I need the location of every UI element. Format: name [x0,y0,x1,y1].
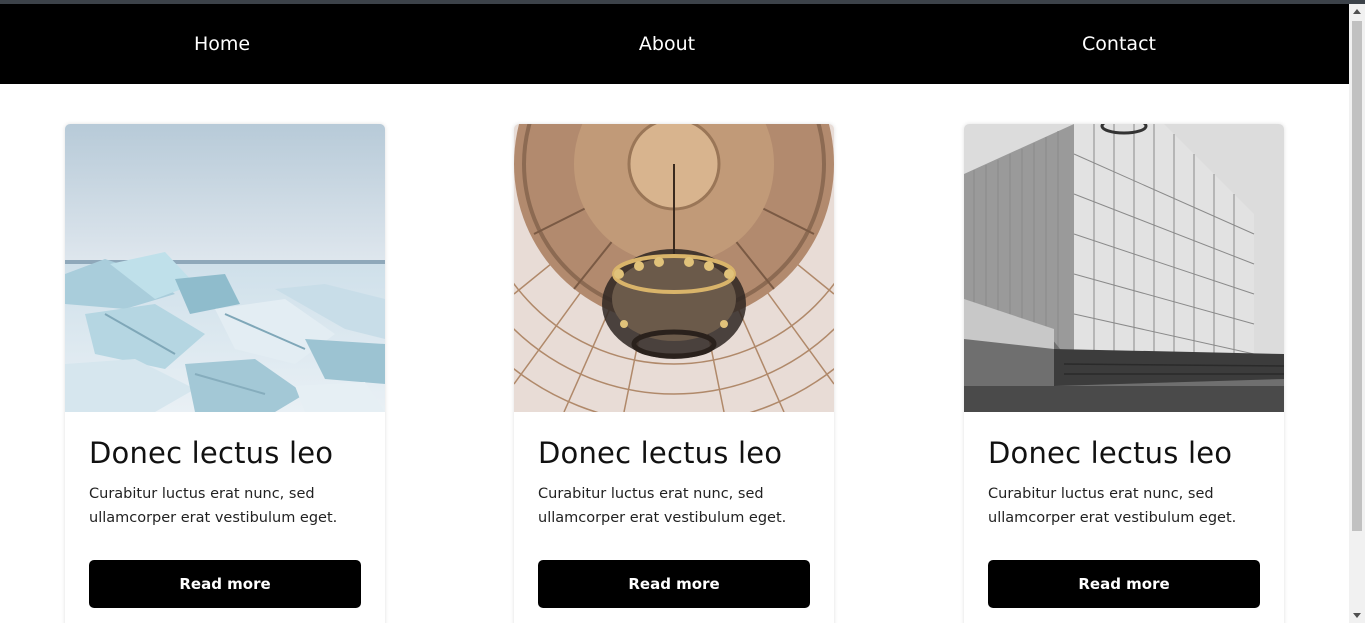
nav-link-home[interactable]: Home [194,4,250,84]
nav-link-contact[interactable]: Contact [1082,4,1156,84]
card-image-frozen-lake [65,124,385,412]
nav-link-about[interactable]: About [639,4,695,84]
card-text: Curabitur luctus erat nunc, sed ullamcor… [538,486,787,526]
card-text: Curabitur luctus erat nunc, sed ullamcor… [988,486,1237,526]
card-2: Donec lectus leo Curabitur luctus erat n… [514,124,834,623]
page-scrollbar[interactable] [1349,4,1365,623]
card-title: Donec lectus leo [988,436,1233,470]
card-title: Donec lectus leo [538,436,783,470]
card-3: Donec lectus leo Curabitur luctus erat n… [964,124,1284,623]
card-image-tower-building [964,124,1284,412]
top-navbar: Home About Contact [0,4,1349,84]
card-title: Donec lectus leo [89,436,334,470]
card-text: Curabitur luctus erat nunc, sed ullamcor… [89,486,338,526]
scroll-thumb[interactable] [1352,21,1362,531]
read-more-button[interactable]: Read more [89,560,361,608]
scroll-down-arrow-icon[interactable] [1353,613,1361,618]
scroll-up-arrow-icon[interactable] [1353,9,1361,14]
read-more-button[interactable]: Read more [538,560,810,608]
card-image-dome-chandelier [514,124,834,412]
card-1: Donec lectus leo Curabitur luctus erat n… [65,124,385,623]
read-more-button[interactable]: Read more [988,560,1260,608]
